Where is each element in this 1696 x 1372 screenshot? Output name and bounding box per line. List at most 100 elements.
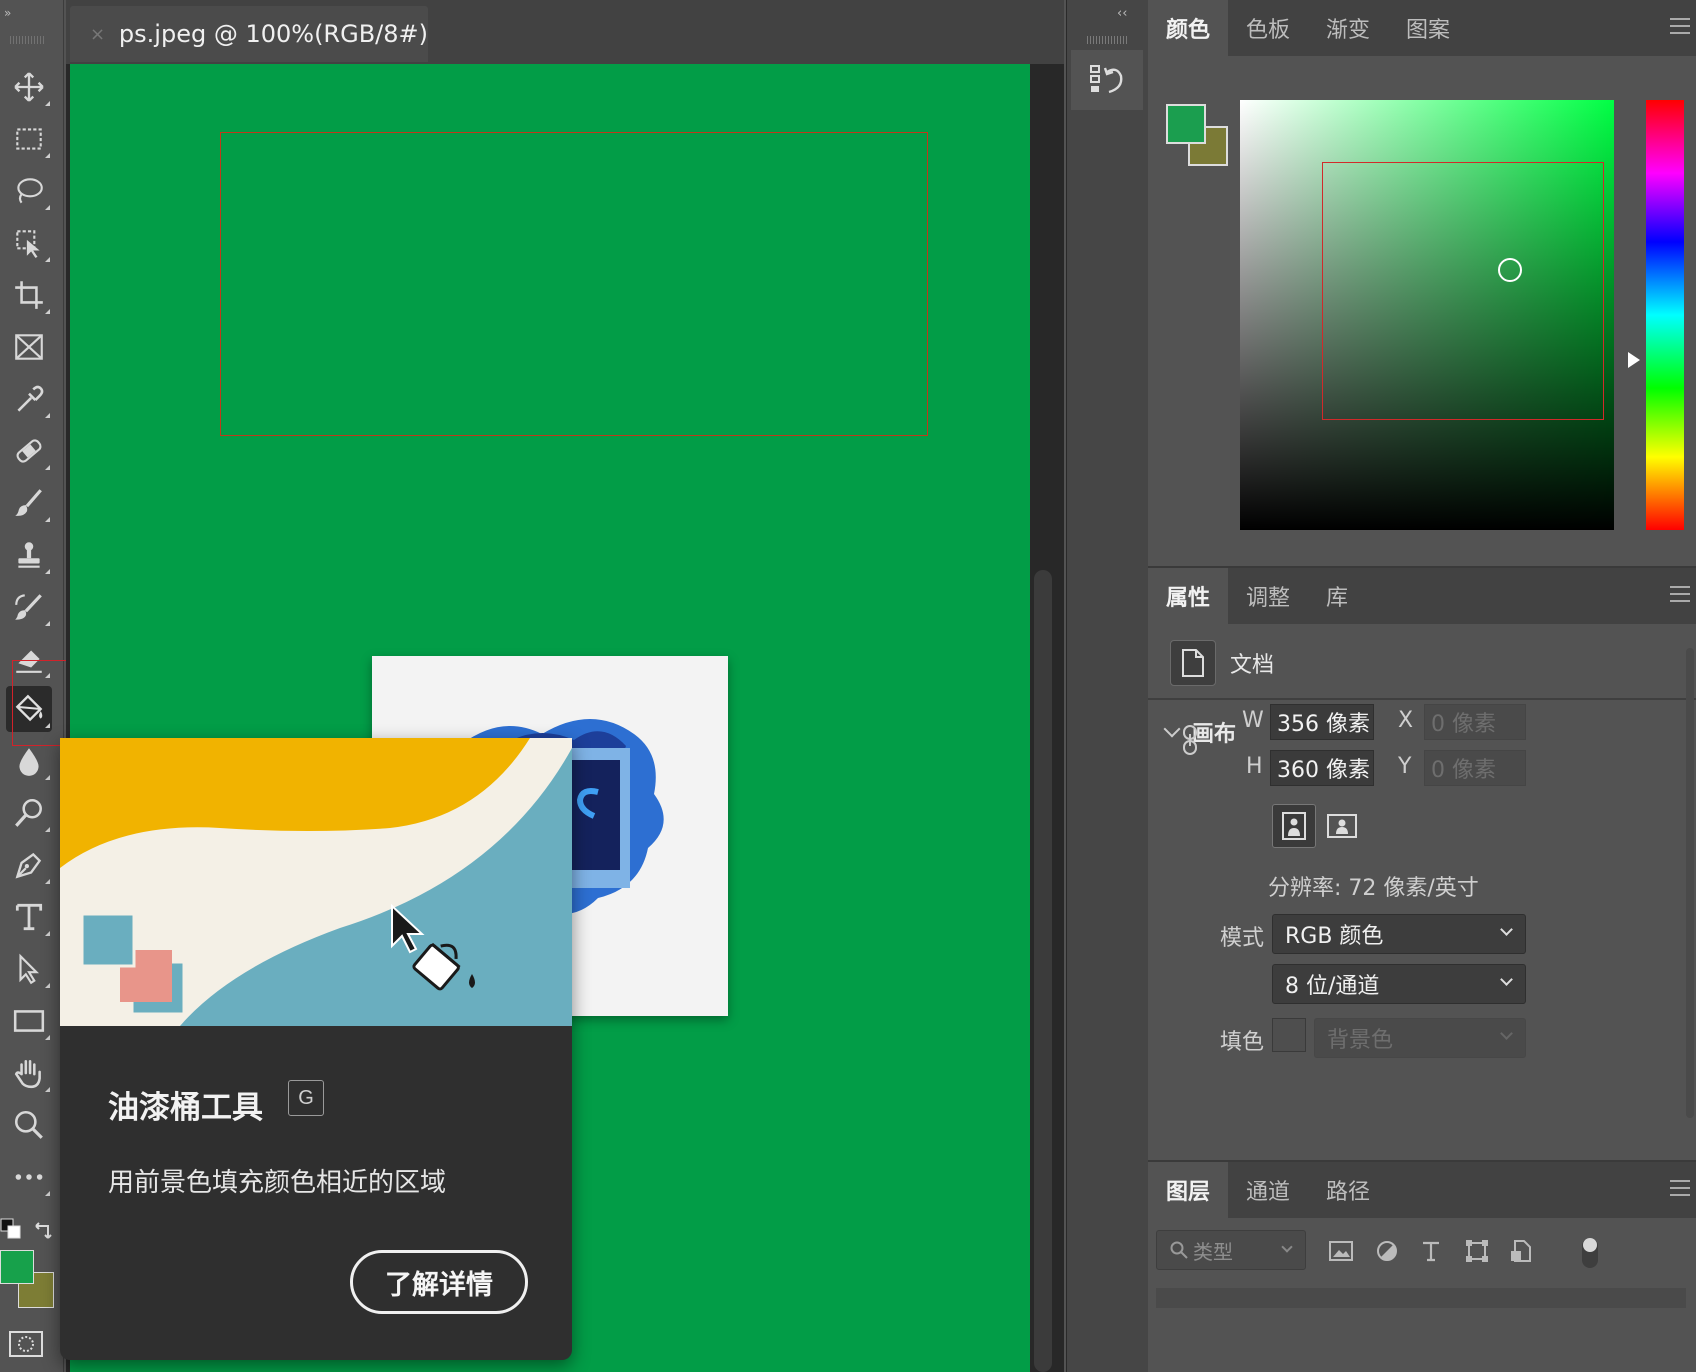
eyedropper-tool[interactable]: [6, 376, 52, 422]
paint-bucket-tool[interactable]: [6, 686, 52, 732]
color-field-selection: [1322, 162, 1604, 420]
zoom-tool[interactable]: [6, 1102, 52, 1148]
layers-panel-menu-button[interactable]: [1670, 1180, 1690, 1196]
toolbar-collapse-button[interactable]: »: [4, 6, 11, 20]
history-icon: [1090, 65, 1123, 94]
rectangle-icon: [13, 1010, 45, 1032]
height-field[interactable]: 360 像素: [1270, 750, 1374, 786]
toolbar-grip[interactable]: [10, 36, 46, 44]
tab-properties[interactable]: 属性: [1148, 568, 1229, 624]
rectangle-tool[interactable]: [6, 998, 52, 1044]
x-field[interactable]: 0 像素: [1424, 704, 1526, 740]
panel-foreground-swatch[interactable]: [1166, 104, 1206, 144]
color-picker-ring[interactable]: [1498, 258, 1522, 282]
layer-filter-select[interactable]: 类型: [1156, 1230, 1306, 1270]
stamp-icon: [18, 542, 40, 568]
adjustment-icon: [1377, 1241, 1397, 1261]
chevron-down-icon: [1500, 923, 1513, 936]
fill-color-swatch[interactable]: [1272, 1018, 1306, 1052]
tool-tooltip: 油漆桶工具 G 用前景色填充颜色相近的区域 了解详情: [60, 738, 572, 1360]
default-colors-icon[interactable]: [0, 1218, 24, 1242]
tab-adjustments[interactable]: 调整: [1228, 568, 1308, 624]
type-icon: [1423, 1241, 1439, 1262]
tab-color[interactable]: 颜色: [1148, 0, 1229, 56]
blur-tool[interactable]: [6, 738, 52, 784]
layer-filter-value: 类型: [1193, 1239, 1233, 1264]
document-tab[interactable]: × ps.jpeg @ 100%(RGB/8#): [70, 6, 428, 62]
tooltip-description: 用前景色填充颜色相近的区域: [108, 1168, 447, 1198]
tab-layers[interactable]: 图层: [1148, 1162, 1229, 1218]
dodge-tool[interactable]: [6, 790, 52, 836]
history-brush-tool[interactable]: [6, 584, 52, 630]
move-icon: [14, 72, 44, 102]
paint-bucket-illustration: [60, 738, 572, 1026]
y-field[interactable]: 0 像素: [1424, 750, 1526, 786]
fill-label: 填色: [1220, 1030, 1265, 1055]
fill-select[interactable]: 背景色: [1314, 1018, 1526, 1058]
path-select-tool[interactable]: [6, 946, 52, 992]
object-select-tool[interactable]: [6, 220, 52, 266]
tooltip-shortcut-key: G: [288, 1080, 324, 1116]
color-panel-menu-button[interactable]: [1670, 18, 1690, 34]
vertical-scrollbar[interactable]: [1034, 570, 1052, 1372]
filter-adjustment-button[interactable]: [1370, 1234, 1404, 1268]
stamp-tool[interactable]: [6, 532, 52, 578]
expand-panels-button[interactable]: ‹‹: [1117, 6, 1127, 21]
crop-tool[interactable]: [6, 272, 52, 318]
brush-tool[interactable]: [6, 480, 52, 526]
right-panel-dock: 颜色 色板 渐变 图案 属性 调整 库 文档 画布 W 356 像素 X 0 像…: [1148, 0, 1696, 1372]
pen-tool[interactable]: [6, 842, 52, 888]
healing-tool[interactable]: [6, 428, 52, 474]
tab-patterns[interactable]: 图案: [1388, 0, 1468, 56]
hand-icon: [14, 1060, 41, 1089]
document-tab-title: ps.jpeg @ 100%(RGB/8#): [118, 20, 428, 48]
properties-panel: 属性 调整 库 文档 画布 W 356 像素 X 0 像素 H 360 像素 Y…: [1148, 568, 1696, 1160]
bit-depth-select[interactable]: 8 位/通道: [1272, 964, 1526, 1004]
tab-swatches[interactable]: 色板: [1228, 0, 1308, 56]
width-field[interactable]: 356 像素: [1270, 704, 1374, 740]
hue-slider-handle[interactable]: [1628, 352, 1640, 368]
frame-tool[interactable]: [6, 324, 52, 370]
bit-depth-value: 8 位/通道: [1285, 974, 1380, 999]
arrow-icon: [19, 953, 40, 985]
color-field[interactable]: [1240, 100, 1614, 530]
color-mode-value: RGB 颜色: [1285, 924, 1384, 949]
hand-tool[interactable]: [6, 1050, 52, 1096]
crop-icon: [15, 281, 43, 309]
eraser-tool[interactable]: [6, 636, 52, 682]
smart-object-icon: [1511, 1240, 1531, 1262]
type-tool[interactable]: [6, 894, 52, 940]
x-label: X: [1398, 708, 1414, 733]
tab-paths[interactable]: 路径: [1308, 1162, 1388, 1218]
quick-mask-icon[interactable]: [8, 1330, 44, 1358]
learn-more-button[interactable]: 了解详情: [350, 1250, 528, 1314]
link-dimensions-icon[interactable]: [1178, 724, 1202, 756]
marquee-tool[interactable]: [6, 116, 52, 162]
layers-panel-tabs: 图层 通道 路径: [1148, 1162, 1696, 1218]
tab-libraries[interactable]: 库: [1308, 568, 1366, 624]
properties-scrollbar[interactable]: [1686, 648, 1694, 1118]
landscape-icon: [1327, 814, 1357, 838]
hue-slider[interactable]: [1646, 100, 1684, 530]
color-mode-select[interactable]: RGB 颜色: [1272, 914, 1526, 954]
history-brush-icon: [15, 594, 42, 620]
filter-pixel-button[interactable]: [1324, 1234, 1358, 1268]
move-tool[interactable]: [6, 64, 52, 110]
more-tools[interactable]: [6, 1154, 52, 1200]
landscape-orientation-button[interactable]: [1320, 804, 1364, 848]
filter-type-button[interactable]: [1414, 1234, 1448, 1268]
properties-panel-menu-button[interactable]: [1670, 586, 1690, 602]
layer-filter-toggle[interactable]: [1582, 1238, 1598, 1268]
lasso-tool[interactable]: [6, 168, 52, 214]
strip-grip[interactable]: [1087, 36, 1127, 44]
swap-colors-icon[interactable]: [32, 1218, 56, 1242]
foreground-color-swatch[interactable]: [0, 1250, 34, 1284]
panel-divider: [1148, 698, 1696, 700]
portrait-orientation-button[interactable]: [1272, 804, 1316, 848]
filter-smart-object-button[interactable]: [1504, 1234, 1538, 1268]
filter-shape-button[interactable]: [1460, 1234, 1494, 1268]
tab-gradients[interactable]: 渐变: [1308, 0, 1388, 56]
history-panel-button[interactable]: [1071, 50, 1143, 110]
close-tab-button[interactable]: ×: [90, 24, 109, 45]
tab-channels[interactable]: 通道: [1228, 1162, 1308, 1218]
